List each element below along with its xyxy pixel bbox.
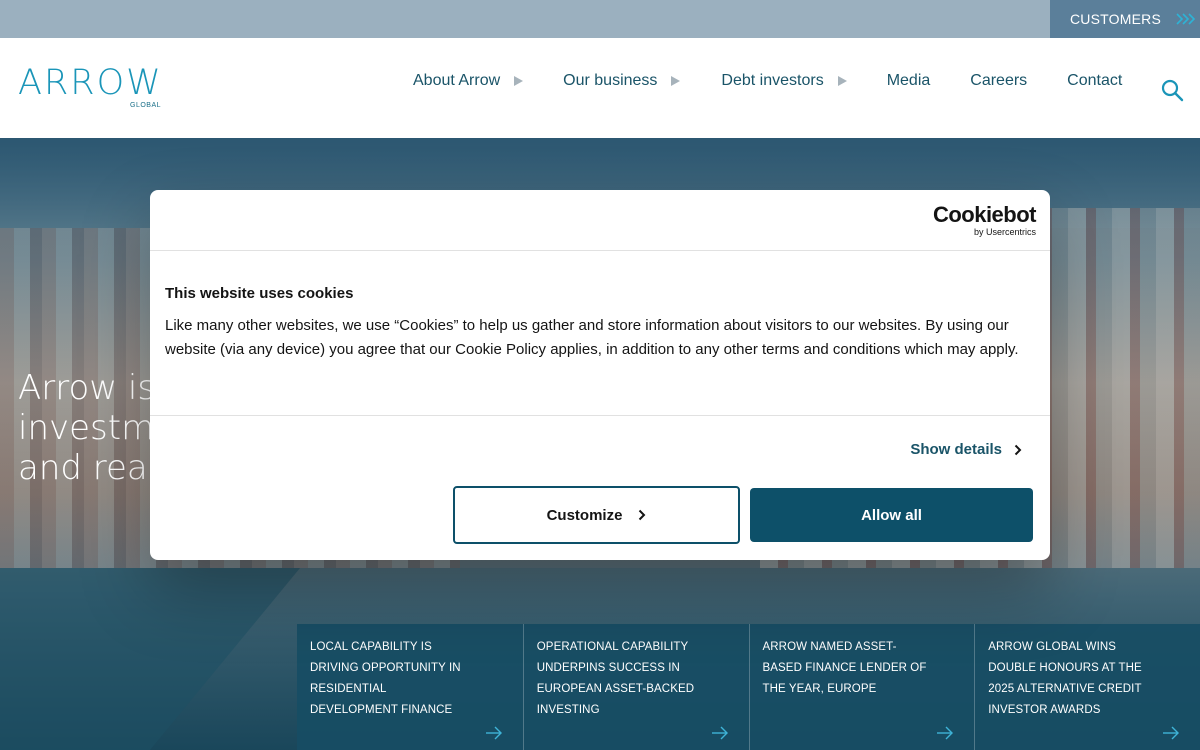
allow-all-label: Allow all — [861, 506, 922, 524]
arrow-right-icon — [485, 726, 502, 740]
arrow-right-icon — [937, 726, 954, 740]
nav-label: About Arrow — [413, 72, 501, 89]
nav-label: Our business — [563, 72, 658, 89]
nav-debt-investors[interactable]: Debt investors — [721, 72, 847, 90]
nav-careers[interactable]: Careers — [970, 72, 1027, 90]
utility-bar: CUSTOMERS — [0, 0, 1200, 38]
nav-label: Careers — [970, 72, 1028, 89]
allow-all-button[interactable]: Allow all — [750, 488, 1033, 542]
nav-about-arrow[interactable]: About Arrow — [413, 72, 524, 90]
nav-contact[interactable]: Contact — [1067, 72, 1122, 90]
arrow-right-icon — [1163, 726, 1179, 740]
news-card-title: LOCAL CAPABILITY IS DRIVING OPPORTUNITY … — [310, 641, 461, 716]
news-cards: LOCAL CAPABILITY IS DRIVING OPPORTUNITY … — [297, 624, 1200, 750]
caret-right-icon — [514, 76, 524, 86]
news-card-title: OPERATIONAL CAPABILITY UNDERPINS SUCCESS… — [536, 641, 695, 716]
site-header: ARROW GLOBAL About Arrow Our business De… — [0, 38, 1200, 138]
news-card[interactable]: OPERATIONAL CAPABILITY UNDERPINS SUCCESS… — [522, 624, 749, 750]
cookiebot-logo[interactable]: Cookiebot by Usercentrics — [932, 202, 1037, 238]
nav-media[interactable]: Media — [887, 72, 931, 90]
news-card-title: ARROW NAMED ASSET-BASED FINANCE LENDER O… — [762, 641, 927, 695]
arrow-right-icon — [711, 726, 728, 740]
cookie-dialog-body: Like many other websites, we use “Cookie… — [165, 317, 1019, 358]
caret-right-icon — [837, 76, 847, 86]
show-details-label: Show details — [910, 441, 1002, 458]
cookie-dialog-header: Cookiebot by Usercentrics — [150, 190, 1050, 251]
show-details-link[interactable]: Show details — [910, 441, 1022, 458]
news-card[interactable]: LOCAL CAPABILITY IS DRIVING OPPORTUNITY … — [297, 624, 523, 750]
cookiebot-logo-main: Cookiebot — [932, 202, 1037, 227]
news-card[interactable]: ARROW NAMED ASSET-BASED FINANCE LENDER O… — [748, 624, 975, 750]
double-chevron-right-icon — [1176, 13, 1195, 25]
news-card[interactable]: ARROW GLOBAL WINS DOUBLE HONOURS AT THE … — [974, 624, 1200, 750]
chevron-right-icon — [639, 509, 646, 521]
divider — [150, 415, 1050, 416]
customize-label: Customize — [546, 506, 623, 524]
nav-label: Contact — [1067, 72, 1123, 89]
customers-link[interactable]: CUSTOMERS — [1050, 0, 1200, 38]
chevron-right-icon — [1014, 444, 1022, 455]
search-icon[interactable] — [1160, 78, 1184, 102]
logo-subtext: GLOBAL — [130, 102, 162, 109]
customize-button[interactable]: Customize — [453, 486, 740, 544]
nav-label: Media — [886, 72, 931, 89]
nav-label: Debt investors — [721, 72, 824, 89]
cookiebot-logo-sub: by Usercentrics — [973, 227, 1036, 237]
news-card-title: ARROW GLOBAL WINS DOUBLE HONOURS AT THE … — [988, 641, 1142, 716]
cookie-consent-dialog: Cookiebot by Usercentrics This website u… — [150, 190, 1050, 560]
logo-wordmark: ARROW — [18, 63, 163, 103]
cookie-dialog-title: This website uses cookies — [165, 285, 354, 302]
main-nav: About Arrow Our business Debt investors … — [413, 72, 1122, 90]
caret-right-icon — [671, 76, 681, 86]
nav-our-business[interactable]: Our business — [563, 72, 681, 90]
arrow-global-logo[interactable]: ARROW GLOBAL — [18, 66, 168, 112]
customers-label: CUSTOMERS — [1070, 11, 1161, 27]
